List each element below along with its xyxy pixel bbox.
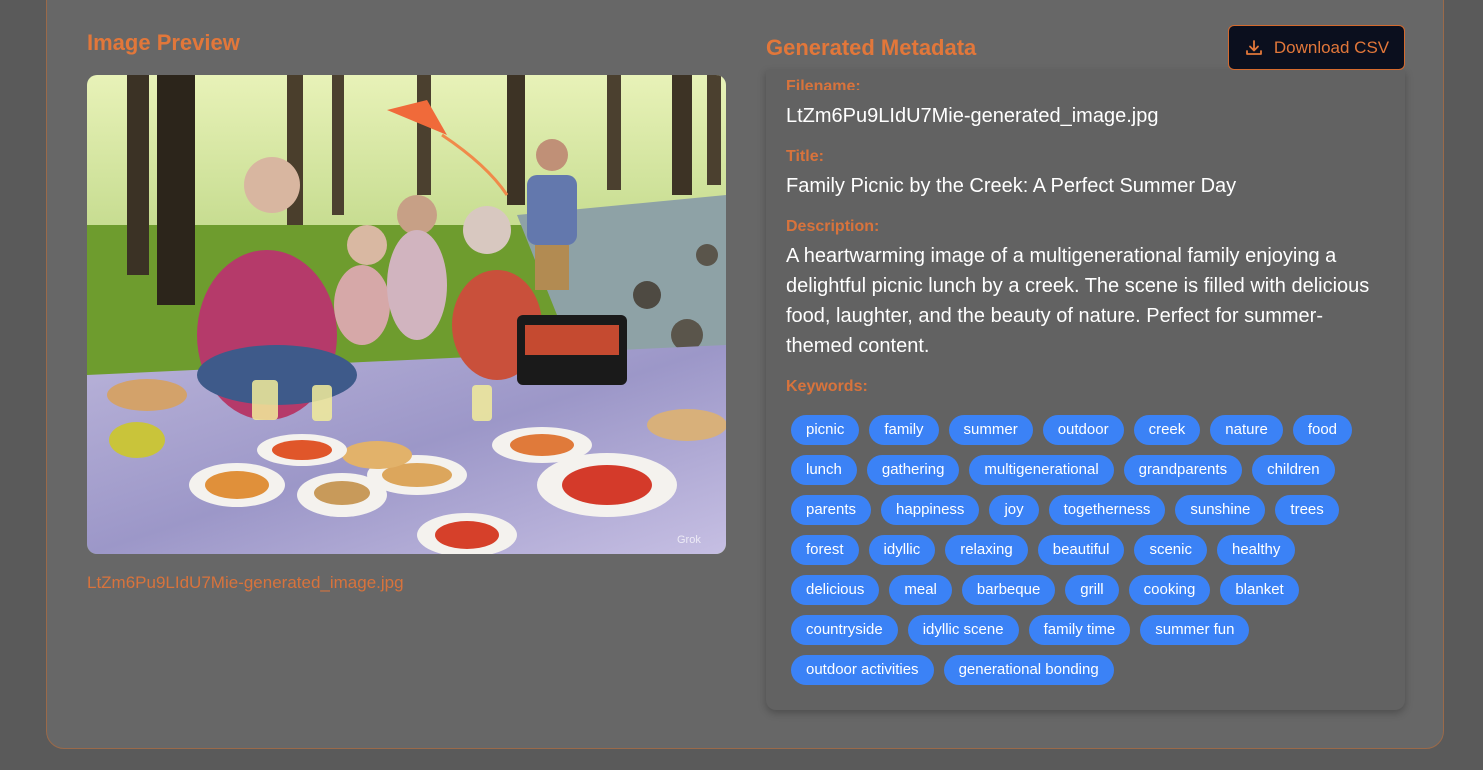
keyword-tag: cooking — [1128, 575, 1211, 605]
image-preview: Grok — [87, 75, 726, 554]
keyword-tag: trees — [1275, 495, 1339, 525]
keyword-tag: barbeque — [961, 575, 1056, 605]
keyword-tag: meal — [889, 575, 952, 605]
keyword-tags: picnic family summer outdoor creek nature food… — [791, 415, 1391, 685]
generated-metadata-heading: Generated Metadata — [766, 35, 977, 60]
keyword-tag: children — [1252, 455, 1335, 485]
keyword-tag: relaxing — [945, 535, 1028, 565]
keyword-tag: gathering — [866, 455, 960, 485]
image-caption: LtZm6Pu9LIdU7Mie-generated_image.jpg — [87, 573, 404, 592]
keyword-tag: grandparents — [1123, 455, 1243, 485]
download-csv-label: Download CSV — [1273, 37, 1390, 57]
keyword-tag: generational bonding — [943, 655, 1114, 685]
title-label: Title: — [786, 148, 824, 165]
keyword-tag: family — [869, 415, 939, 445]
description-line: themed content. — [786, 335, 930, 357]
description-line: food, laughter, and the beauty of nature… — [786, 305, 1323, 327]
keyword-tag: nature — [1210, 415, 1283, 445]
filename-value: LtZm6Pu9LIdU7Mie-generated_image.jpg — [786, 105, 1159, 127]
keyword-tag: lunch — [791, 455, 857, 485]
download-icon — [1245, 39, 1262, 55]
keyword-tag: picnic — [791, 415, 860, 445]
keyword-tag: healthy — [1216, 535, 1296, 565]
filename-label: Filename: — [786, 78, 861, 90]
keyword-tag: countryside — [791, 615, 898, 645]
keyword-tag: forest — [791, 535, 859, 565]
keyword-tag: scenic — [1134, 535, 1207, 565]
image-preview-heading: Image Preview — [87, 30, 240, 55]
keyword-tag: outdoor — [1042, 415, 1124, 445]
keyword-tag: summer fun — [1140, 615, 1250, 645]
keyword-tag: sunshine — [1175, 495, 1266, 525]
keyword-tag: creek — [1133, 415, 1201, 445]
keyword-tag: grill — [1065, 575, 1119, 605]
keyword-tag: happiness — [881, 495, 980, 525]
keyword-tag: beautiful — [1037, 535, 1125, 565]
keyword-tag: summer — [948, 415, 1033, 445]
keyword-tag: food — [1292, 415, 1353, 445]
description-line: A heartwarming image of a multigeneratio… — [786, 245, 1337, 267]
description-line: delightful picnic lunch by a creek. The … — [786, 275, 1370, 297]
keyword-tag: idyllic — [868, 535, 936, 565]
description-value: A heartwarming image of a multigeneratio… — [786, 241, 1386, 361]
download-csv-button[interactable]: Download CSV — [1228, 25, 1405, 70]
grok-watermark: Grok — [677, 534, 701, 546]
title-value: Family Picnic by the Creek: A Perfect Su… — [786, 175, 1237, 197]
keyword-tag: delicious — [791, 575, 880, 605]
keywords-label: Keywords: — [786, 378, 868, 395]
keyword-tag: joy — [989, 495, 1039, 525]
picnic-image: Grok — [87, 75, 726, 554]
keyword-tag: blanket — [1220, 575, 1299, 605]
keyword-tag: idyllic scene — [907, 615, 1019, 645]
description-label: Description: — [786, 218, 880, 235]
keyword-tag: togetherness — [1048, 495, 1166, 525]
keyword-tag: parents — [791, 495, 872, 525]
keyword-tag: family time — [1028, 615, 1131, 645]
keyword-tag: multigenerational — [969, 455, 1114, 485]
keyword-tag: outdoor activities — [791, 655, 934, 685]
